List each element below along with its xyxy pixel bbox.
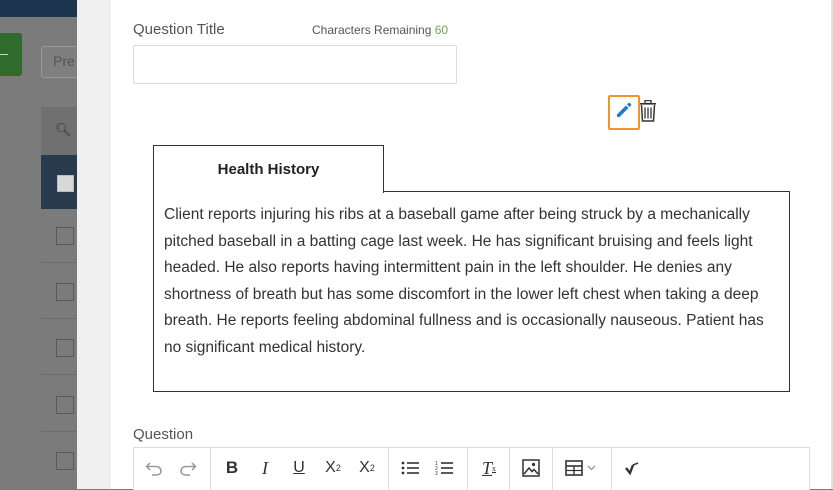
background-table-header: 🔍︎ (41, 107, 81, 155)
redo-icon[interactable] (174, 448, 202, 488)
tab-label: Health History (217, 161, 320, 178)
background-row-divider (41, 262, 81, 263)
background-row-divider (41, 431, 81, 432)
numbered-list-icon[interactable]: 123 (430, 448, 458, 488)
pencil-icon (614, 100, 634, 125)
superscript-icon[interactable]: X2 (320, 448, 346, 488)
characters-remaining-count: 60 (434, 23, 449, 37)
toolbar-separator (210, 448, 211, 490)
toolbar-separator (552, 448, 553, 490)
tab-content-panel: Client reports injuring his ribs at a ba… (153, 191, 790, 392)
background-add-button: – (0, 33, 22, 76)
subscript-icon[interactable]: X2 (354, 448, 380, 488)
bullet-list-icon[interactable] (396, 448, 424, 488)
checkmark-icon[interactable] (619, 448, 647, 488)
toolbar-separator (611, 448, 612, 490)
question-editor-panel: Question Title Characters Remaining 60 H… (111, 0, 833, 490)
rich-text-toolbar: B I U X2 X2 123 Tx (133, 447, 810, 490)
search-icon: 🔍︎ (55, 122, 72, 137)
delete-button[interactable] (638, 99, 658, 127)
background-checkbox (56, 339, 74, 357)
background-top-bar (0, 0, 77, 17)
toolbar-separator (509, 448, 510, 490)
question-label: Question (133, 426, 194, 443)
background-checkbox (56, 227, 74, 245)
question-title-input[interactable] (133, 45, 457, 84)
background-checkbox (56, 283, 74, 301)
toolbar-separator (467, 448, 468, 490)
italic-icon[interactable]: I (252, 448, 278, 488)
svg-text:3: 3 (435, 471, 438, 476)
question-title-label: Question Title (133, 21, 225, 38)
background-selected-row (41, 155, 81, 209)
tab-health-history[interactable]: Health History (153, 145, 384, 193)
image-icon[interactable] (517, 448, 545, 488)
trash-icon (639, 99, 657, 127)
characters-remaining-label: Characters Remaining (312, 23, 432, 37)
edit-button[interactable] (608, 95, 640, 130)
background-checkbox (57, 175, 74, 192)
underline-icon[interactable]: U (286, 448, 312, 488)
question-editor-modal: Question Title Characters Remaining 60 H… (77, 0, 833, 490)
toolbar-separator (388, 448, 389, 490)
health-history-text: Client reports injuring his ribs at a ba… (164, 206, 764, 356)
background-row-divider (41, 374, 81, 375)
clear-format-icon[interactable]: Tx (475, 448, 503, 488)
bold-icon[interactable]: B (218, 448, 246, 488)
background-checkbox (56, 396, 74, 414)
table-icon[interactable] (560, 448, 604, 488)
background-row-divider (41, 318, 81, 319)
undo-icon[interactable] (140, 448, 168, 488)
background-checkbox (56, 452, 74, 470)
characters-remaining: Characters Remaining 60 (312, 23, 448, 37)
